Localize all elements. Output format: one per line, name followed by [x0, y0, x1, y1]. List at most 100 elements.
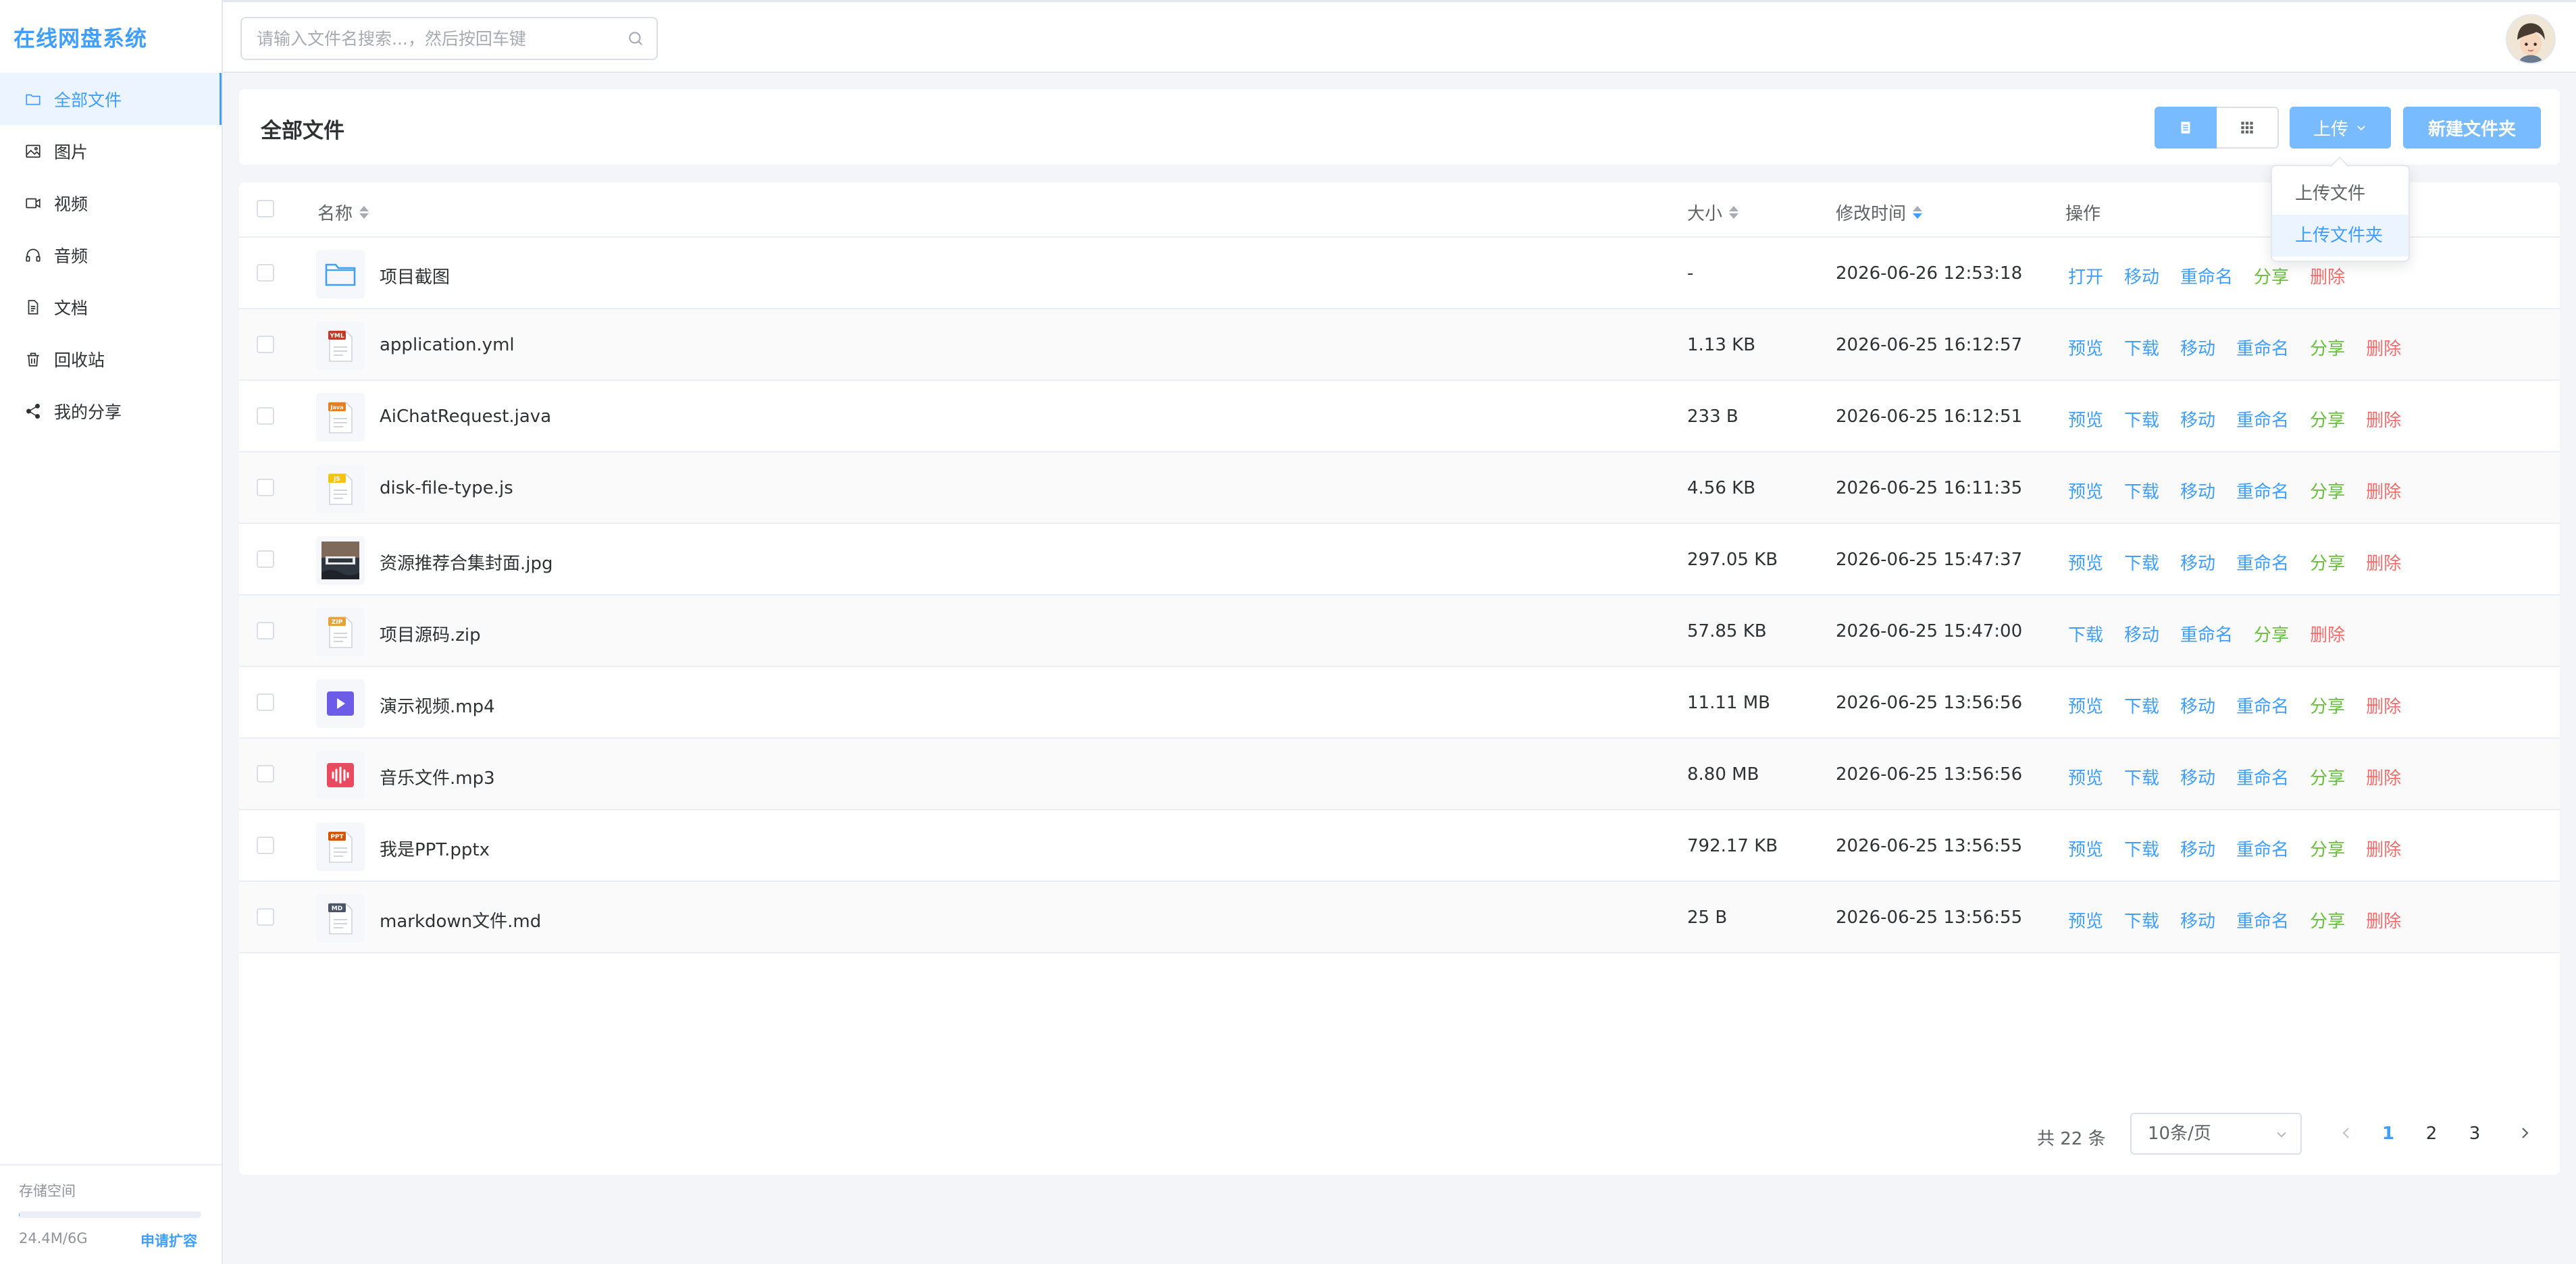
- share-action[interactable]: 分享: [2310, 693, 2345, 718]
- rename-action[interactable]: 重命名: [2236, 836, 2289, 861]
- rename-action[interactable]: 重命名: [2236, 335, 2289, 360]
- delete-action[interactable]: 删除: [2366, 693, 2401, 718]
- preview-action[interactable]: 预览: [2068, 335, 2103, 360]
- sidebar-item-images[interactable]: 图片: [0, 125, 222, 177]
- page-number-1[interactable]: 1: [2375, 1124, 2402, 1144]
- rename-action[interactable]: 重命名: [2236, 764, 2289, 789]
- delete-action[interactable]: 删除: [2366, 550, 2401, 575]
- preview-action[interactable]: 预览: [2068, 836, 2103, 861]
- share-action[interactable]: 分享: [2254, 621, 2289, 646]
- move-action[interactable]: 移动: [2180, 693, 2215, 718]
- file-name[interactable]: 演示视频.mp4: [380, 693, 495, 718]
- rename-action[interactable]: 重命名: [2236, 550, 2289, 575]
- table-row[interactable]: Java AiChatRequest.java 233 B 2026-06-25 16…: [239, 381, 2560, 452]
- file-name[interactable]: application.yml: [380, 335, 515, 355]
- move-action[interactable]: 移动: [2180, 478, 2215, 503]
- row-checkbox[interactable]: [257, 765, 274, 783]
- row-checkbox[interactable]: [257, 908, 274, 926]
- delete-action[interactable]: 删除: [2366, 764, 2401, 789]
- download-action[interactable]: 下载: [2124, 693, 2159, 718]
- sidebar-item-videos[interactable]: 视频: [0, 177, 222, 229]
- select-all-checkbox[interactable]: [257, 200, 274, 217]
- delete-action[interactable]: 删除: [2366, 836, 2401, 861]
- download-action[interactable]: 下载: [2124, 836, 2159, 861]
- preview-action[interactable]: 预览: [2068, 478, 2103, 503]
- delete-action[interactable]: 删除: [2310, 263, 2345, 288]
- row-checkbox[interactable]: [257, 693, 274, 711]
- share-action[interactable]: 分享: [2310, 406, 2345, 431]
- file-name[interactable]: 我是PPT.pptx: [380, 836, 490, 861]
- row-checkbox[interactable]: [257, 622, 274, 639]
- request-expansion-link[interactable]: 申请扩容: [140, 1230, 197, 1250]
- share-action[interactable]: 分享: [2310, 764, 2345, 789]
- move-action[interactable]: 移动: [2124, 263, 2159, 288]
- share-action[interactable]: 分享: [2254, 263, 2289, 288]
- delete-action[interactable]: 删除: [2366, 335, 2401, 360]
- upload-folder-menu-item[interactable]: 上传文件夹: [2272, 215, 2408, 257]
- download-action[interactable]: 下载: [2068, 621, 2103, 646]
- sidebar-item-my-shares[interactable]: 我的分享: [0, 385, 222, 437]
- preview-action[interactable]: 预览: [2068, 550, 2103, 575]
- rename-action[interactable]: 重命名: [2180, 621, 2233, 646]
- new-folder-button[interactable]: 新建文件夹: [2403, 107, 2541, 149]
- row-checkbox[interactable]: [257, 407, 274, 425]
- next-page-icon[interactable]: [2517, 1125, 2533, 1141]
- row-checkbox[interactable]: [257, 479, 274, 496]
- file-name[interactable]: 音乐文件.mp3: [380, 764, 495, 789]
- rename-action[interactable]: 重命名: [2236, 693, 2289, 718]
- sidebar-item-recycle-bin[interactable]: 回收站: [0, 333, 222, 385]
- move-action[interactable]: 移动: [2124, 621, 2159, 646]
- preview-action[interactable]: 预览: [2068, 907, 2103, 932]
- delete-action[interactable]: 删除: [2310, 621, 2345, 646]
- move-action[interactable]: 移动: [2180, 764, 2215, 789]
- share-action[interactable]: 分享: [2310, 907, 2345, 932]
- table-row[interactable]: 资源推荐合集封面.jpg 297.05 KB 2026-06-25 15:47:37…: [239, 524, 2560, 596]
- upload-file-menu-item[interactable]: 上传文件: [2272, 173, 2408, 215]
- prev-page-icon[interactable]: [2338, 1125, 2354, 1141]
- file-name[interactable]: 项目源码.zip: [380, 621, 481, 646]
- move-action[interactable]: 移动: [2180, 335, 2215, 360]
- share-action[interactable]: 分享: [2310, 335, 2345, 360]
- download-action[interactable]: 下载: [2124, 550, 2159, 575]
- column-header-size[interactable]: 大小: [1687, 200, 1739, 225]
- table-row[interactable]: PPT 我是PPT.pptx 792.17 KB 2026-06-25 13:56:5…: [239, 810, 2560, 882]
- download-action[interactable]: 下载: [2124, 406, 2159, 431]
- table-row[interactable]: 项目截图 - 2026-06-26 12:53:18 打开 移动 重命名 分享 删除: [239, 238, 2560, 309]
- row-checkbox[interactable]: [257, 336, 274, 353]
- search-icon[interactable]: [627, 30, 644, 47]
- page-number-3[interactable]: 3: [2461, 1124, 2488, 1144]
- table-row[interactable]: ZIP 项目源码.zip 57.85 KB 2026-06-25 15:47:00 下载…: [239, 596, 2560, 667]
- share-action[interactable]: 分享: [2310, 836, 2345, 861]
- download-action[interactable]: 下载: [2124, 764, 2159, 789]
- upload-button[interactable]: 上传: [2290, 107, 2391, 149]
- share-action[interactable]: 分享: [2310, 550, 2345, 575]
- download-action[interactable]: 下载: [2124, 335, 2159, 360]
- rename-action[interactable]: 重命名: [2180, 263, 2233, 288]
- sidebar-item-documents[interactable]: 文档: [0, 281, 222, 333]
- list-view-button[interactable]: [2155, 107, 2217, 149]
- file-name[interactable]: disk-file-type.js: [380, 478, 513, 498]
- move-action[interactable]: 移动: [2180, 836, 2215, 861]
- sort-icon[interactable]: [1729, 206, 1739, 219]
- table-row[interactable]: JS disk-file-type.js 4.56 KB 2026-06-25 16:…: [239, 452, 2560, 524]
- move-action[interactable]: 移动: [2180, 406, 2215, 431]
- sort-icon[interactable]: [359, 206, 369, 219]
- move-action[interactable]: 移动: [2180, 550, 2215, 575]
- preview-action[interactable]: 预览: [2068, 693, 2103, 718]
- sort-desc-icon[interactable]: [1913, 206, 1923, 219]
- move-action[interactable]: 移动: [2180, 907, 2215, 932]
- app-logo-title[interactable]: 在线网盘系统: [14, 22, 147, 53]
- file-name[interactable]: 项目截图: [380, 263, 450, 288]
- column-header-name[interactable]: 名称: [317, 200, 369, 225]
- row-checkbox[interactable]: [257, 264, 274, 282]
- delete-action[interactable]: 删除: [2366, 406, 2401, 431]
- search-input[interactable]: [257, 18, 621, 59]
- page-number-2[interactable]: 2: [2418, 1124, 2445, 1144]
- delete-action[interactable]: 删除: [2366, 478, 2401, 503]
- sidebar-item-all-files[interactable]: 全部文件: [0, 73, 222, 125]
- download-action[interactable]: 下载: [2124, 478, 2159, 503]
- preview-action[interactable]: 预览: [2068, 406, 2103, 431]
- share-action[interactable]: 分享: [2310, 478, 2345, 503]
- table-row[interactable]: YML application.yml 1.13 KB 2026-06-25 16:1…: [239, 309, 2560, 381]
- avatar[interactable]: [2506, 14, 2556, 64]
